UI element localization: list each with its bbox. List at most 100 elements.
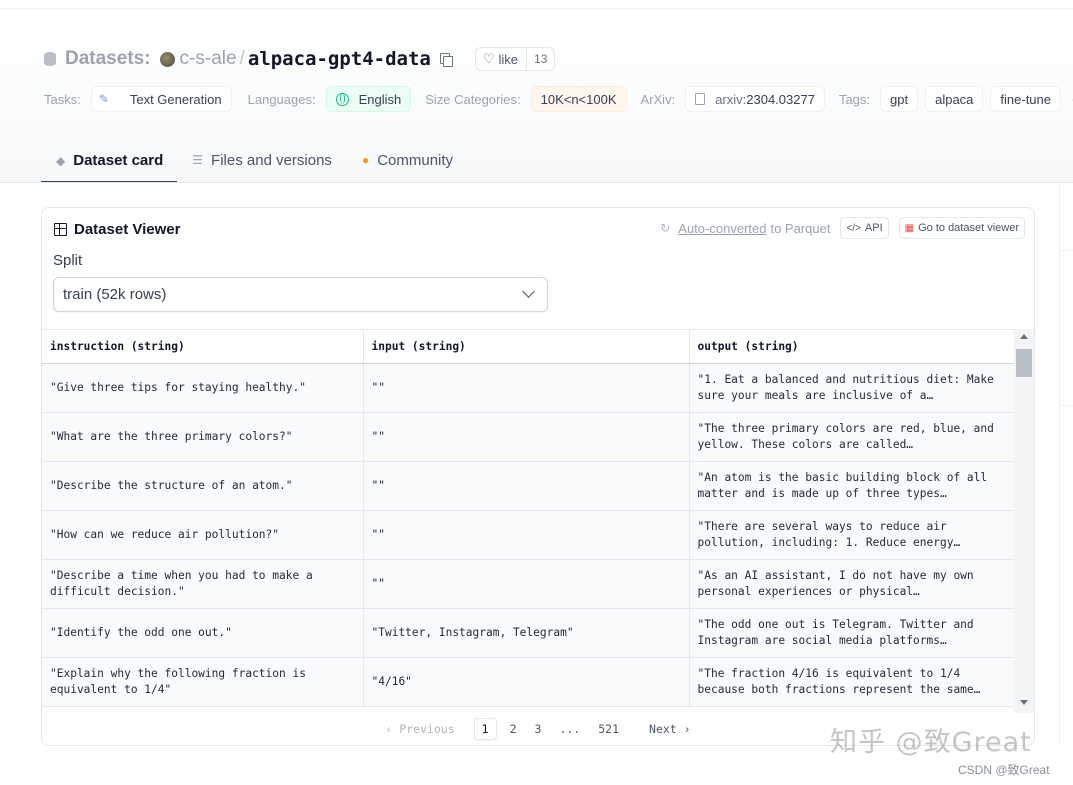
cell-instruction[interactable]: "Explain why the following fraction is e…	[42, 657, 364, 707]
like-count[interactable]: 13	[527, 52, 554, 66]
tag-chip-alpaca[interactable]: alpaca	[925, 86, 984, 112]
tasks-label: Tasks:	[44, 91, 81, 107]
section-label[interactable]: Datasets:	[65, 48, 151, 70]
database-icon	[44, 52, 56, 66]
cell-instruction-text: "Describe a time when you had to make a …	[50, 569, 313, 598]
go-to-viewer-button[interactable]: ▦ Go to dataset viewer	[898, 217, 1025, 239]
cell-input[interactable]: ""	[363, 461, 690, 511]
right-rail	[1059, 183, 1060, 743]
cell-instruction[interactable]: "Give three tips for staying healthy."	[42, 363, 364, 413]
avatar[interactable]	[159, 51, 175, 67]
table-row[interactable]: "How can we reduce air pollution?" "" "The…	[42, 510, 1014, 560]
viewer-title-text: Dataset Viewer	[74, 221, 181, 238]
tab-dataset-card[interactable]: ◆ Dataset card	[41, 140, 178, 183]
table-row[interactable]: "Give three tips for staying healthy." ""…	[42, 363, 1014, 413]
page-ellipsis: ...	[559, 722, 581, 736]
cell-output-text: "There are several ways to reduce air po…	[697, 520, 961, 549]
cell-instruction[interactable]: "Identify the odd one out."	[42, 608, 364, 658]
column-header-output[interactable]: output (string)	[689, 330, 1014, 364]
cell-instruction-text: "Identify the odd one out."	[50, 626, 232, 639]
page-1-button[interactable]: 1	[473, 718, 497, 740]
task-chip-label: Text Generation	[129, 91, 222, 107]
previous-page-button[interactable]: ‹ Previous	[376, 719, 463, 739]
table-row[interactable]: "Describe a time when you had to make a …	[42, 559, 1014, 609]
viewer-actions: ↻ Auto-converted to Parquet </> API ▦ Go…	[660, 217, 1025, 239]
code-icon: </>	[846, 222, 861, 234]
cell-input-text: ""	[371, 430, 385, 443]
page-3-button[interactable]: 3	[526, 719, 551, 739]
languages-label: Languages:	[247, 91, 316, 107]
like-label: like	[498, 51, 519, 67]
cell-output[interactable]: "1. Eat a balanced and nutritious diet: …	[689, 363, 1014, 413]
tag-chip-gpt[interactable]: gpt	[880, 86, 919, 112]
copy-icon[interactable]	[439, 53, 453, 67]
next-page-button[interactable]: Next ›	[640, 719, 700, 739]
cell-instruction[interactable]: "How can we reduce air pollution?"	[42, 510, 364, 560]
tab-files-and-versions[interactable]: ☰ Files and versions	[177, 140, 347, 180]
watermark-sub: CSDN @致Great	[958, 763, 1050, 777]
scrollbar-thumb[interactable]	[1016, 349, 1032, 377]
cell-output[interactable]: "The fraction 4/16 is equivalent to 1/4 …	[689, 657, 1014, 707]
task-chip[interactable]: ✎ Text Generation	[90, 86, 232, 112]
cell-instruction-text: "What are the three primary colors?"	[50, 430, 293, 443]
split-select[interactable]: train (52k rows)	[53, 277, 548, 312]
api-button[interactable]: </> API	[840, 217, 889, 239]
cell-instruction[interactable]: "Describe the structure of an atom."	[42, 461, 364, 511]
converted-suffix: to Parquet	[770, 220, 831, 236]
cell-input[interactable]: ""	[363, 510, 690, 560]
cell-output-text: "The fraction 4/16 is equivalent to 1/4 …	[697, 667, 981, 696]
cell-output[interactable]: "An atom is the basic building block of …	[689, 461, 1014, 511]
column-header-instruction[interactable]: instruction (string)	[42, 330, 364, 364]
language-chip[interactable]: English	[325, 86, 412, 112]
path-separator: /	[239, 48, 245, 69]
files-icon: ☰	[192, 153, 204, 167]
cell-input[interactable]: "Twitter, Instagram, Telegram"	[363, 608, 690, 658]
cell-input[interactable]: "4/16"	[363, 657, 690, 707]
table-row[interactable]: "What are the three primary colors?" "" "T…	[42, 412, 1014, 462]
viewer-title: Dataset Viewer	[54, 221, 180, 238]
cell-input[interactable]: ""	[363, 363, 690, 413]
size-chip-label: 10K<n<100K	[540, 91, 617, 107]
cell-instruction-text: "Describe the structure of an atom."	[50, 479, 293, 492]
cell-output[interactable]: "The three primary colors are red, blue,…	[689, 412, 1014, 462]
like-button[interactable]: ♡ like 13	[474, 47, 556, 71]
cell-output-text: "An atom is the basic building block of …	[697, 471, 988, 500]
tab-community-label: Community	[377, 151, 454, 169]
column-header-input[interactable]: input (string)	[363, 330, 690, 364]
cell-input[interactable]: ""	[363, 412, 690, 462]
page-2-button[interactable]: 2	[501, 719, 526, 739]
dataset-viewer-card: Dataset Viewer ↻ Auto-converted to Parqu…	[41, 207, 1035, 746]
cell-instruction[interactable]: "What are the three primary colors?"	[42, 412, 364, 462]
owner-link[interactable]: c-s-ale	[180, 48, 237, 70]
size-chip[interactable]: 10K<n<100K	[530, 86, 627, 112]
split-label: Split	[53, 252, 83, 269]
cell-output[interactable]: "There are several ways to reduce air po…	[689, 510, 1014, 560]
split-select-value: train (52k rows)	[63, 286, 167, 303]
go-to-viewer-label: Go to dataset viewer	[918, 222, 1019, 234]
api-button-label: API	[864, 222, 883, 234]
arxiv-chip[interactable]: arxiv: 2304.03277	[685, 86, 825, 112]
watermark: 知乎 @致Great	[830, 727, 1032, 758]
cell-input-text: "Twitter, Instagram, Telegram"	[371, 626, 574, 639]
cell-output[interactable]: "As an AI assistant, I do not have my ow…	[689, 559, 1014, 609]
page-last-button[interactable]: 521	[589, 719, 628, 739]
repo-tabs: ◆ Dataset card ☰ Files and versions ● Co…	[41, 140, 468, 183]
tag-row: Tasks: ✎ Text Generation Languages: Engli…	[44, 86, 1073, 112]
header-divider	[0, 182, 1073, 183]
repo-name-link[interactable]: alpaca-gpt4-data	[248, 48, 431, 70]
scroll-up-arrow-icon[interactable]	[1020, 334, 1028, 339]
tab-community[interactable]: ● Community	[347, 140, 468, 180]
table-row[interactable]: "Describe the structure of an atom." "" "A…	[42, 461, 1014, 511]
cell-output-text: "As an AI assistant, I do not have my ow…	[697, 569, 974, 598]
cell-instruction[interactable]: "Describe a time when you had to make a …	[42, 559, 364, 609]
cell-output[interactable]: "The odd one out is Telegram. Twitter an…	[689, 608, 1014, 658]
chevron-down-icon	[522, 285, 535, 298]
tag-chip-fine-tune[interactable]: fine-tune	[990, 86, 1061, 112]
cell-input[interactable]: ""	[363, 559, 690, 609]
scroll-down-arrow-icon[interactable]	[1020, 700, 1028, 705]
cell-input-text: "4/16"	[371, 675, 412, 688]
table-row[interactable]: "Explain why the following fraction is e…	[42, 657, 1014, 707]
table-row[interactable]: "Identify the odd one out." "Twitter, Ins…	[42, 608, 1014, 658]
auto-converted-link[interactable]: Auto-converted	[678, 221, 766, 236]
table-scrollbar[interactable]	[1014, 329, 1034, 713]
